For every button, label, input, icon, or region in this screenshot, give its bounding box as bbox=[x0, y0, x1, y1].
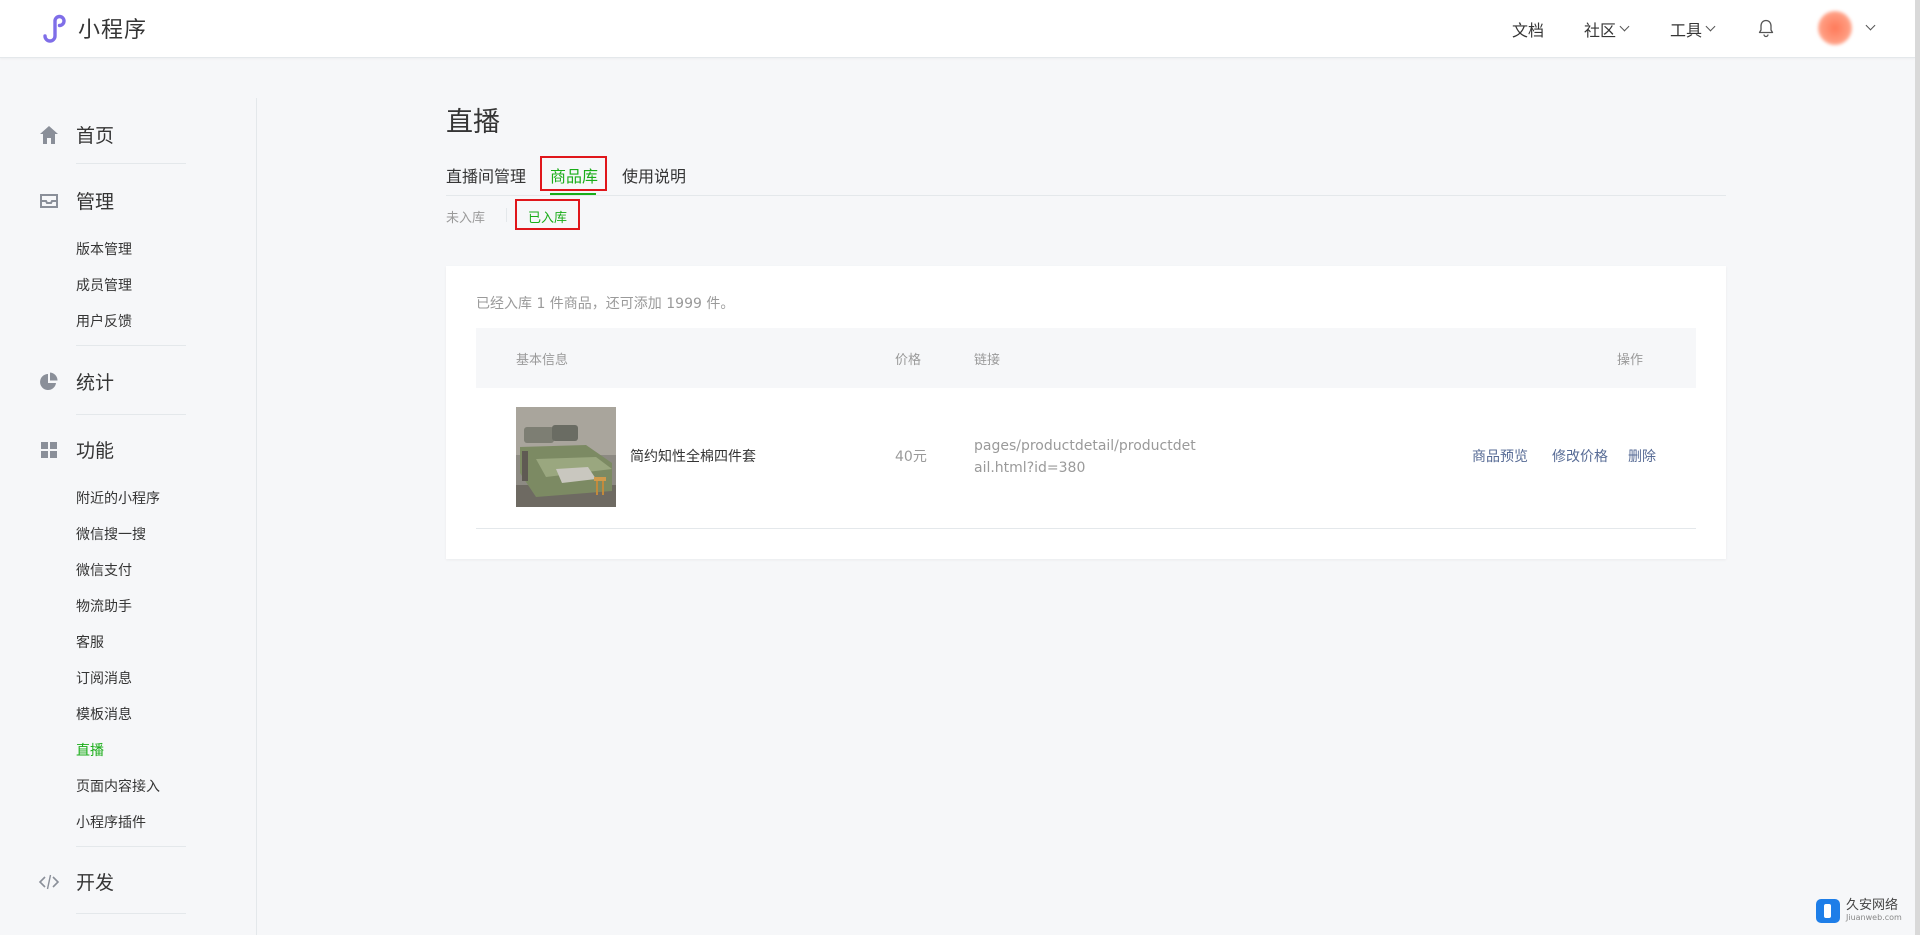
tab-live-room[interactable]: 直播间管理 bbox=[446, 163, 526, 187]
mini-program-logo-icon bbox=[43, 14, 66, 43]
logo[interactable]: 小程序 bbox=[38, 12, 147, 44]
sidebar-item-label: 首页 bbox=[76, 125, 115, 147]
nav-tools[interactable]: 工具 bbox=[1670, 0, 1716, 57]
tab-bar: 直播间管理 商品库 使用说明 bbox=[446, 163, 1726, 196]
divider bbox=[76, 163, 186, 164]
chevron-down-icon bbox=[1619, 21, 1630, 32]
header-link: 链接 bbox=[974, 353, 1001, 368]
tab-usage-guide[interactable]: 使用说明 bbox=[622, 163, 686, 187]
nav-docs[interactable]: 文档 bbox=[1512, 0, 1544, 57]
delete-button[interactable]: 删除 bbox=[1628, 446, 1656, 466]
nav-tools-label: 工具 bbox=[1670, 20, 1703, 40]
nav-community[interactable]: 社区 bbox=[1584, 0, 1630, 57]
product-image bbox=[516, 407, 616, 507]
product-card: 已经入库 1 件商品，还可添加 1999 件。 基本信息 价格 链接 操作 简约… bbox=[446, 266, 1726, 559]
pie-chart-icon bbox=[38, 371, 60, 393]
sidebar-item-home[interactable]: 首页 bbox=[38, 121, 114, 148]
sidebar-sub-version[interactable]: 版本管理 bbox=[76, 239, 132, 259]
sidebar-item-dev[interactable]: 开发 bbox=[38, 868, 114, 895]
header-price: 价格 bbox=[895, 353, 922, 368]
scrollbar[interactable] bbox=[1915, 0, 1920, 935]
watermark-cn: 久安网络 bbox=[1846, 898, 1899, 913]
app-name: 小程序 bbox=[78, 18, 148, 43]
home-icon bbox=[38, 124, 60, 146]
sidebar-sub-members[interactable]: 成员管理 bbox=[76, 275, 132, 295]
active-tab-indicator bbox=[550, 193, 596, 195]
product-name: 简约知性全棉四件套 bbox=[630, 449, 756, 465]
sidebar-sub-nearby[interactable]: 附近的小程序 bbox=[76, 488, 160, 508]
watermark-logo-icon bbox=[1816, 899, 1840, 923]
page-title: 直播 bbox=[446, 107, 500, 138]
divider bbox=[506, 208, 507, 222]
grid-icon bbox=[38, 439, 60, 461]
sidebar-sub-search[interactable]: 微信搜一搜 bbox=[76, 524, 146, 544]
sidebar-sub-subscribe[interactable]: 订阅消息 bbox=[76, 668, 132, 688]
divider bbox=[76, 913, 186, 914]
sidebar-sub-content[interactable]: 页面内容接入 bbox=[76, 776, 160, 796]
edit-price-button[interactable]: 修改价格 bbox=[1552, 446, 1608, 466]
header-info: 基本信息 bbox=[516, 353, 569, 368]
sidebar-item-label: 功能 bbox=[76, 440, 115, 462]
table-header: 基本信息 价格 链接 操作 bbox=[476, 328, 1696, 388]
sidebar-item-label: 统计 bbox=[76, 372, 115, 394]
divider bbox=[76, 345, 186, 346]
sidebar: 首页 管理 版本管理 成员管理 用户反馈 统计 功能 附近的小程序 微信搜一搜 … bbox=[0, 98, 257, 935]
sidebar-item-label: 管理 bbox=[76, 191, 115, 213]
sidebar-sub-live[interactable]: 直播 bbox=[76, 740, 104, 760]
sidebar-sub-logistics[interactable]: 物流助手 bbox=[76, 596, 132, 616]
sidebar-item-stats[interactable]: 统计 bbox=[38, 368, 114, 395]
nav-docs-label: 文档 bbox=[1512, 20, 1545, 40]
code-icon bbox=[38, 871, 60, 893]
chevron-down-icon bbox=[1705, 21, 1716, 32]
highlight-box bbox=[540, 156, 607, 191]
chevron-down-icon[interactable] bbox=[1865, 20, 1876, 31]
watermark: 久安网络 Jiuanweb.com bbox=[1816, 896, 1906, 926]
highlight-box bbox=[515, 199, 580, 230]
header-action: 操作 bbox=[1617, 353, 1644, 368]
sidebar-sub-service[interactable]: 客服 bbox=[76, 632, 104, 652]
avatar[interactable] bbox=[1818, 11, 1852, 45]
sidebar-item-label: 开发 bbox=[76, 872, 115, 894]
watermark-en: Jiuanweb.com bbox=[1846, 913, 1902, 922]
subtab-not-stored[interactable]: 未入库 bbox=[446, 207, 485, 226]
sidebar-item-manage[interactable]: 管理 bbox=[38, 187, 114, 214]
bell-icon[interactable] bbox=[1756, 18, 1776, 38]
divider bbox=[76, 846, 186, 847]
sidebar-sub-pay[interactable]: 微信支付 bbox=[76, 560, 132, 580]
product-link: pages/productdetail/productdetail.html?i… bbox=[974, 438, 1196, 476]
preview-product-button[interactable]: 商品预览 bbox=[1472, 446, 1528, 466]
sidebar-item-features[interactable]: 功能 bbox=[38, 436, 114, 463]
summary-text: 已经入库 1 件商品，还可添加 1999 件。 bbox=[476, 296, 735, 312]
table-row: 简约知性全棉四件套 40元 pages/productdetail/produc… bbox=[476, 388, 1696, 529]
inbox-icon bbox=[38, 190, 60, 212]
sidebar-sub-template[interactable]: 模板消息 bbox=[76, 704, 132, 724]
nav-community-label: 社区 bbox=[1584, 20, 1617, 40]
top-bar: 小程序 文档 社区 工具 bbox=[0, 0, 1915, 58]
product-price: 40元 bbox=[895, 449, 927, 465]
sidebar-sub-feedback[interactable]: 用户反馈 bbox=[76, 311, 132, 331]
divider bbox=[76, 414, 186, 415]
sidebar-sub-plugin[interactable]: 小程序插件 bbox=[76, 812, 146, 832]
